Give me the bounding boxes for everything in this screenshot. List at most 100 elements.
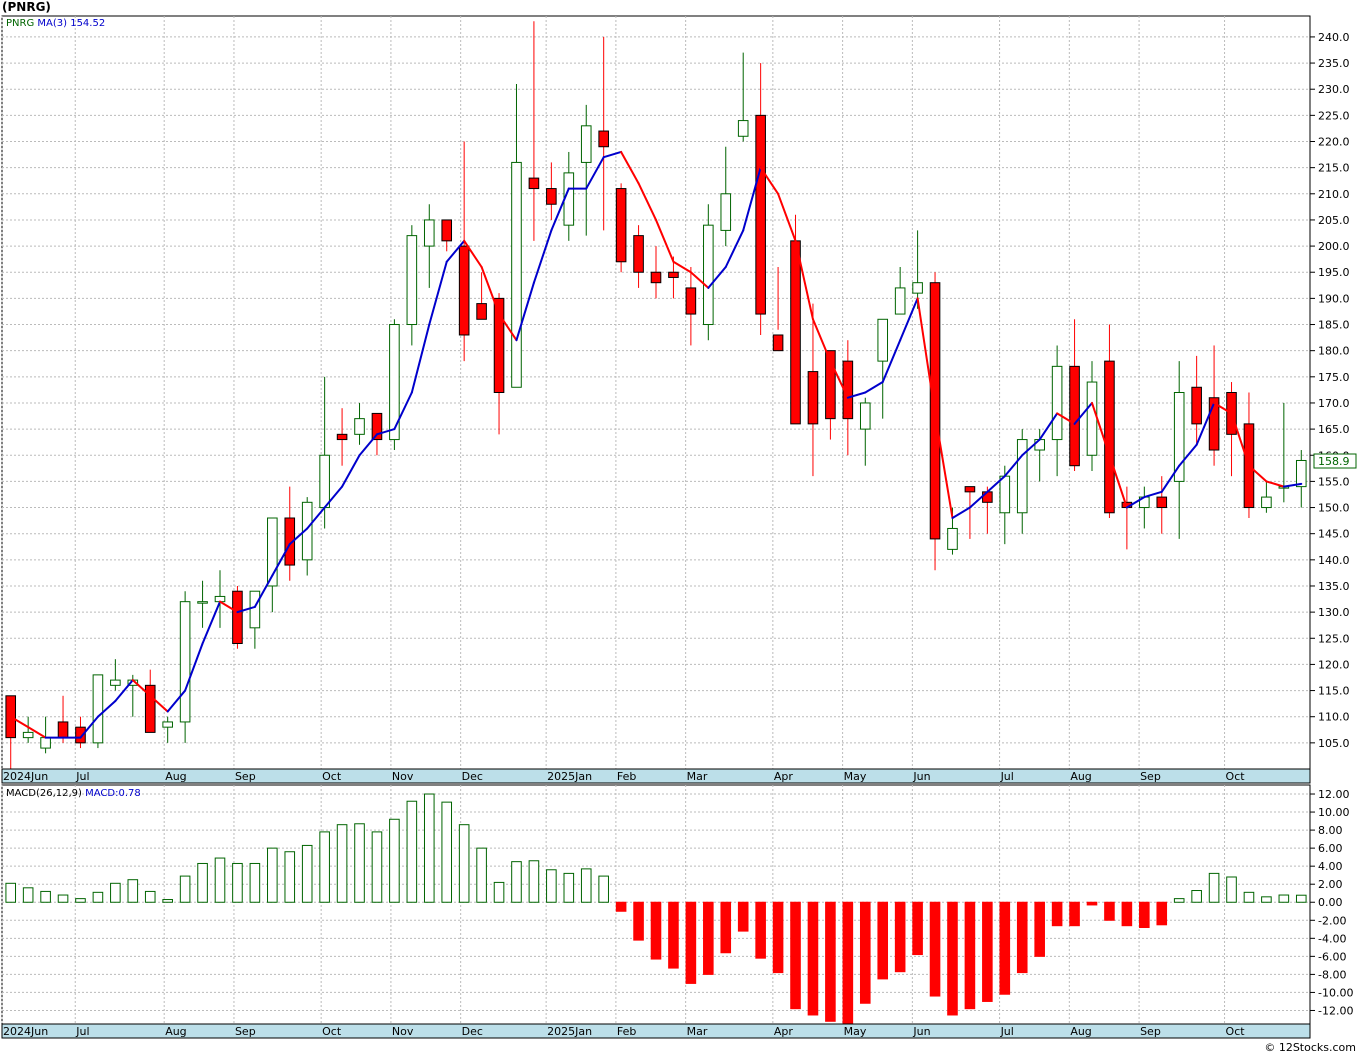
macd-bar — [1016, 901, 1028, 974]
macd-bar — [1156, 901, 1168, 926]
macd-x-axis-band — [1, 1023, 1311, 1039]
macd-bar — [1295, 894, 1307, 903]
price-ytick-label: 240.0 — [1318, 31, 1350, 44]
price-ytick-label: 115.0 — [1318, 685, 1350, 698]
candle-body — [1051, 365, 1063, 441]
macd-bar — [877, 901, 889, 980]
price-x-label: Feb — [617, 770, 636, 783]
macd-bar — [737, 901, 749, 932]
macd-bar — [110, 882, 121, 903]
price-ytick-label: 185.0 — [1318, 319, 1350, 332]
price-x-label: Mar — [687, 770, 708, 783]
price-x-label: Sep — [1140, 770, 1161, 783]
macd-bar — [982, 901, 993, 1002]
price-ytick-label: 230.0 — [1318, 83, 1350, 96]
macd-bar — [685, 901, 697, 984]
macd-bar — [842, 901, 854, 1025]
macd-bar — [790, 901, 801, 1010]
macd-bar — [859, 901, 871, 1004]
macd-bar — [528, 860, 540, 903]
candle-body — [423, 219, 435, 247]
candle-body — [92, 674, 104, 744]
candle-body — [720, 193, 732, 231]
last-price-label: 158.9 — [1318, 455, 1350, 468]
candle-body — [598, 130, 609, 148]
candle-body — [894, 287, 906, 315]
macd-ytick-label: 4.00 — [1318, 860, 1343, 873]
macd-ytick-label: 2.00 — [1318, 878, 1343, 891]
candle-body — [877, 318, 889, 362]
candle-body — [1086, 381, 1098, 456]
macd-bar — [40, 890, 51, 903]
macd-bar — [406, 800, 418, 903]
macd-ytick-label: -2.00 — [1318, 914, 1346, 927]
candle-body — [772, 334, 784, 352]
candle-body — [511, 161, 522, 388]
macd-bar — [546, 869, 557, 903]
candle-body — [1034, 439, 1045, 451]
macd-bar — [1034, 901, 1045, 957]
macd-ytick-label: -12.00 — [1318, 1004, 1353, 1017]
price-x-label: Jun — [912, 770, 930, 783]
macd-bar — [825, 901, 836, 1022]
candle-body — [336, 433, 348, 441]
price-ytick-label: 220.0 — [1318, 136, 1350, 149]
macd-bar — [1051, 901, 1063, 927]
candle-body — [546, 188, 557, 205]
macd-x-label: Feb — [617, 1025, 636, 1038]
macd-bar — [964, 901, 976, 1010]
macd-ytick-label: 8.00 — [1318, 824, 1343, 837]
credit-text: © 12Stocks.com — [1264, 1041, 1356, 1054]
macd-bar — [807, 901, 819, 1016]
candle-body — [790, 240, 801, 425]
price-x-label: Dec — [462, 770, 483, 783]
price-ytick-label: 210.0 — [1318, 188, 1350, 201]
price-ytick-label: 110.0 — [1318, 711, 1350, 724]
macd-x-label: 2025Jan — [547, 1025, 592, 1038]
candle-body — [476, 303, 487, 320]
candle-body — [859, 402, 871, 430]
candle-body — [807, 371, 819, 425]
price-ytick-label: 180.0 — [1318, 345, 1350, 358]
candle-body — [57, 721, 69, 739]
macd-bar — [284, 851, 296, 903]
price-ytick-label: 200.0 — [1318, 240, 1350, 253]
macd-bar — [1173, 898, 1185, 903]
macd-ytick-label: 12.00 — [1318, 788, 1350, 801]
candle-body — [1173, 392, 1185, 482]
candle-body — [441, 219, 453, 242]
price-ytick-label: 135.0 — [1318, 580, 1350, 593]
candle-body — [1016, 439, 1028, 514]
candle-body — [633, 235, 644, 273]
price-ytick-label: 235.0 — [1318, 57, 1350, 70]
price-ytick-label: 215.0 — [1318, 162, 1350, 175]
macd-bar — [319, 831, 330, 903]
macd-bar — [301, 844, 313, 903]
macd-ytick-label: -4.00 — [1318, 932, 1346, 945]
price-ytick-label: 170.0 — [1318, 397, 1350, 410]
candle-body — [685, 287, 697, 315]
price-ytick-label: 205.0 — [1318, 214, 1350, 227]
macd-bar — [389, 818, 400, 903]
macd-bar — [1104, 901, 1115, 921]
candle-body — [249, 590, 261, 629]
macd-bar — [1226, 876, 1237, 903]
macd-bar — [5, 882, 17, 903]
macd-bar — [458, 824, 470, 903]
price-ytick-label: 175.0 — [1318, 371, 1350, 384]
macd-ytick-label: 6.00 — [1318, 842, 1343, 855]
macd-bar — [336, 824, 348, 903]
macd-bar — [249, 862, 261, 903]
price-ytick-label: 145.0 — [1318, 528, 1350, 541]
macd-x-label: Dec — [462, 1025, 483, 1038]
price-x-label: Sep — [235, 770, 256, 783]
macd-bar — [1121, 901, 1133, 927]
macd-bar — [267, 847, 278, 903]
macd-bar — [703, 901, 714, 975]
macd-bar — [511, 861, 522, 903]
price-x-label: Aug — [165, 770, 186, 783]
candle-body — [1295, 459, 1307, 488]
macd-bar — [1278, 894, 1290, 903]
candle-body — [528, 177, 540, 190]
macd-bar — [75, 898, 86, 903]
